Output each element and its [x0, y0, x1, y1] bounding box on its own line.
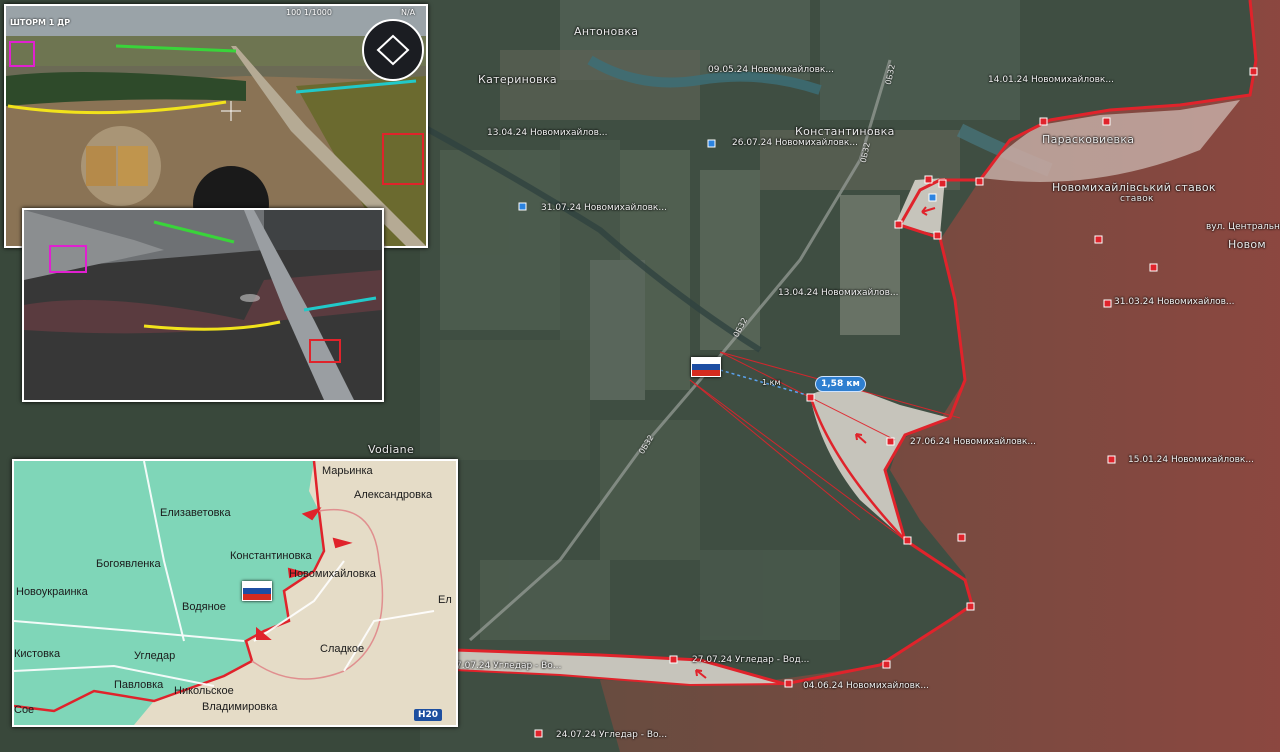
place-reservoir: Новомихайлівський ставок — [1052, 181, 1216, 194]
place-novomikh-right: Новом — [1228, 238, 1267, 251]
street-label: вул. Центральна — [1206, 222, 1280, 232]
place-antonovka: Антоновка — [574, 25, 639, 38]
map-place-label: Новомихайловка — [289, 568, 376, 580]
russian-flag-icon — [242, 581, 272, 601]
event-label[interactable]: 27.07.24 Угледар - Вод... — [692, 655, 809, 665]
event-label[interactable]: 14.01.24 Новомихайловк... — [988, 75, 1114, 85]
distance-small-label: 1 км — [762, 378, 781, 387]
place-vodiane: Vodiane — [368, 443, 415, 456]
map-place-label: Елизаветовка — [160, 507, 231, 519]
map-place-label: Угледар — [134, 650, 176, 662]
map-place-label: Сое — [14, 704, 35, 716]
overview-map-inset[interactable]: Марьинка Александровка Елизаветовка Конс… — [12, 459, 458, 727]
map-place-label: Марьинка — [322, 465, 373, 477]
map-place-label: Константиновка — [230, 550, 312, 562]
event-label[interactable]: 31.03.24 Новомихайлов... — [1114, 297, 1235, 307]
map-view[interactable]: Антоновка Катериновка Константиновка Пар… — [0, 0, 1280, 752]
map-place-label: Новоукраинка — [16, 586, 88, 598]
event-label[interactable]: 09.05.24 Новомихайловк... — [708, 65, 834, 75]
map-place-label: Богоявленка — [96, 558, 161, 570]
map-place-label: Водяное — [182, 601, 226, 613]
event-label[interactable]: 7.07.24 Угледар - Во... — [456, 661, 561, 671]
map-place-label: Владимировка — [202, 701, 278, 713]
map-place-label: Сладкое — [320, 643, 365, 655]
place-paraskovievka: Парасковиевка — [1042, 133, 1135, 146]
distance-badge[interactable]: 1,58 км — [815, 376, 866, 392]
event-label[interactable]: 13.04.24 Новомихайлов... — [778, 288, 899, 298]
event-label[interactable]: 27.06.24 Новомихайловк... — [910, 437, 1036, 447]
event-label[interactable]: 26.07.24 Новомихайловк... — [732, 138, 858, 148]
event-label[interactable]: 15.01.24 Новомихайловк... — [1128, 455, 1254, 465]
map-place-label: Ел — [438, 594, 452, 606]
event-label[interactable]: 31.07.24 Новомихайловк... — [541, 203, 667, 213]
satellite-oblique-inset[interactable] — [22, 208, 384, 402]
event-label[interactable]: 04.06.24 Новомихайловк... — [803, 681, 929, 691]
drone-readout: 100 1/1000 — [286, 8, 332, 17]
drone-channel-label: ШТОРМ 1 ДР — [10, 18, 71, 27]
russian-flag-icon — [691, 357, 721, 377]
place-konstantinovka: Константиновка — [795, 125, 895, 138]
place-katerinovka: Катериновка — [478, 73, 557, 86]
map-place-label: Александровка — [354, 489, 433, 501]
map-place-label: Кистовка — [14, 648, 61, 660]
drone-readout-2: N/A — [401, 8, 416, 17]
map-place-label: Павловка — [114, 679, 164, 691]
map-place-label: Никольское — [174, 685, 234, 697]
event-label[interactable]: 13.04.24 Новомихайлов... — [487, 128, 608, 138]
event-label[interactable]: 24.07.24 Угледар - Во... — [556, 730, 667, 740]
road-badge: H20 — [414, 709, 443, 721]
place-reservoir-suffix: ставок — [1120, 194, 1154, 204]
